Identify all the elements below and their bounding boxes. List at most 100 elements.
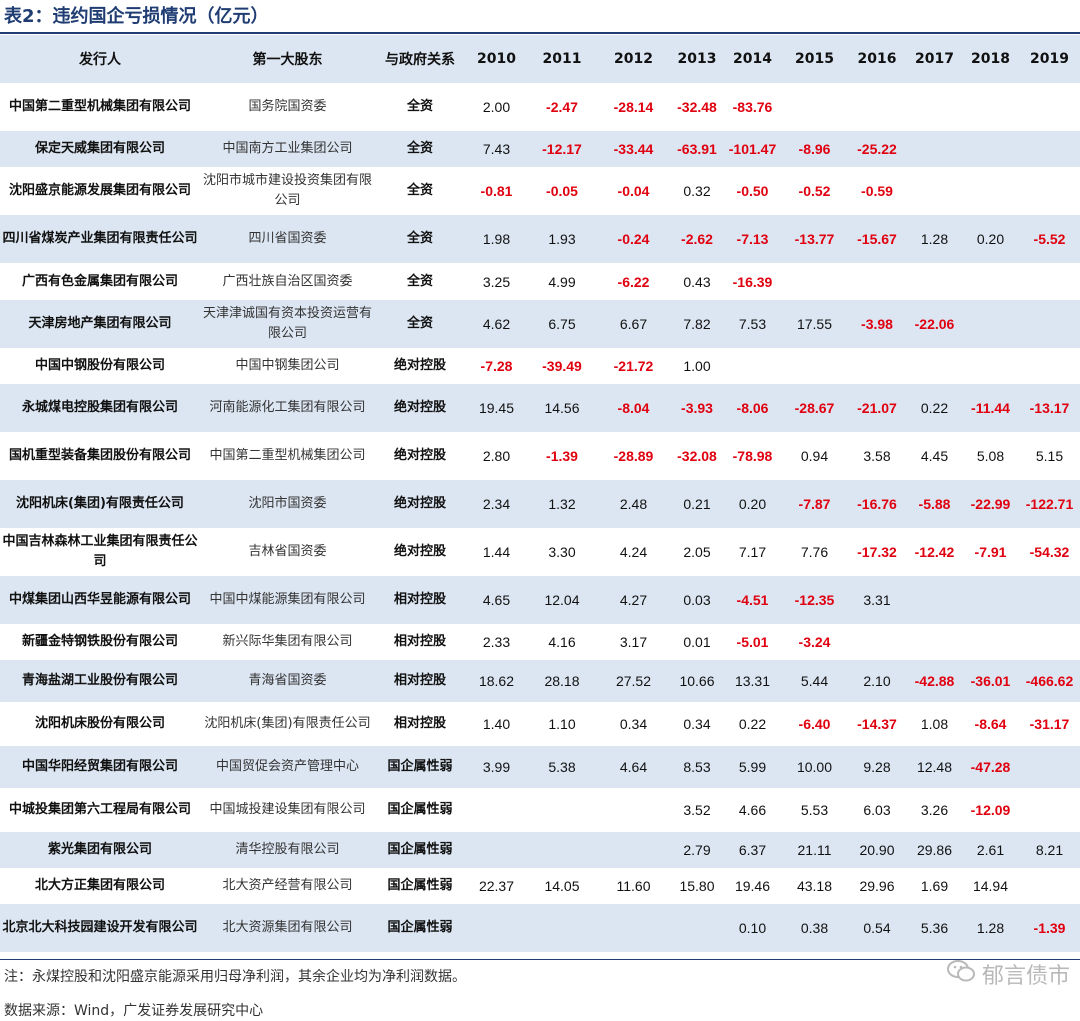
value-cell [907,131,962,167]
value-cell: 0.43 [683,273,711,290]
value-cell: -6.40 [798,716,831,732]
value-cell: 6.03 [863,802,891,818]
value-cell: 0.34 [619,716,648,732]
value-cell: -6.22 [617,273,650,290]
value-cell [907,576,962,624]
column-header: 2013 [677,51,717,67]
issuer-cell: 中国吉林森林工业集团有限责任公司 [2,534,198,569]
issuer-cell: 青海盐湖工业股份有限公司 [21,673,178,688]
column-header: 与政府关系 [385,52,455,68]
value-cell [907,624,962,660]
shareholder-cell: 北大资产经营有限公司 [222,878,353,893]
column-header: 2011 [542,51,582,67]
value-cell: 20.90 [859,842,895,858]
value-cell [962,300,1019,348]
value-cell: -17.32 [857,544,897,560]
column-header: 2017 [915,51,954,67]
value-cell: -13.17 [1029,400,1070,416]
value-cell: -7.87 [798,496,831,512]
shareholder-cell: 广西壮族自治区国资委 [222,273,353,289]
shareholder-cell: 天津津诚国有资本投资运营有限公司 [202,306,372,341]
value-cell: -78.98 [732,448,773,464]
value-cell: 3.58 [863,448,891,464]
value-cell: -16.76 [857,496,897,512]
issuer-cell: 北京北大科技园建设开发有限公司 [2,920,198,935]
table-row: 青海盐湖工业股份有限公司 青海省国资委 相对控股 18.62 28.18 27.52 10.… [0,660,1080,702]
value-cell: -11.44 [971,400,1010,416]
value-cell: 10.66 [679,673,715,689]
value-cell: -3.98 [861,316,893,332]
value-cell [847,263,907,300]
title-rule [0,32,1080,34]
value-cell: 5.44 [800,673,829,689]
table-row: 国机重型装备集团股份有限公司 中国第二重型机械集团公司 绝对控股 2.80 -1.39 -… [0,432,1080,480]
value-cell [907,83,962,131]
table-row: 永城煤电控股集团有限公司 河南能源化工集团有限公司 绝对控股 19.45 14.56 -8… [0,384,1080,432]
value-cell [1019,624,1080,660]
value-cell: 18.62 [478,673,515,689]
relation-cell: 国企属性弱 [387,759,453,774]
value-cell: 7.82 [683,316,711,332]
value-cell: 6.37 [738,842,767,858]
value-cell: 1.00 [683,358,711,374]
value-cell [962,83,1019,131]
value-cell: 5.08 [976,448,1005,464]
table-row: 中国第二重型机械集团有限公司 国务院国资委 全资 2.00 -2.47 -28.14 -32… [0,83,1080,131]
value-cell: -7.91 [974,544,1007,560]
relation-cell: 全资 [406,231,433,246]
issuer-cell: 中国中钢股份有限公司 [34,358,165,373]
value-cell: 1.08 [920,716,949,732]
watermark-text: 郁言债市 [981,964,1070,989]
value-cell: 1.44 [482,544,511,560]
value-cell: -7.28 [480,358,513,374]
value-cell: -1.39 [546,448,578,464]
value-cell: -22.06 [914,316,955,332]
value-cell: -14.37 [857,716,897,732]
value-cell: -33.44 [613,141,654,157]
relation-cell: 相对控股 [393,716,446,731]
value-cell: 4.45 [920,448,949,464]
value-cell [847,624,907,660]
value-cell: -13.77 [794,231,835,247]
value-cell [723,348,782,384]
issuer-cell: 中城投集团第六工程局有限公司 [8,802,191,817]
value-cell [1019,868,1080,904]
value-cell: -101.47 [728,141,777,157]
value-cell: 3.30 [548,544,576,560]
value-cell: 4.24 [619,544,648,560]
value-cell: -28.67 [794,400,835,416]
value-cell [847,348,907,384]
value-cell: 2.80 [482,448,511,464]
value-cell [465,788,528,832]
value-cell: 14.94 [972,878,1009,894]
value-cell: 22.37 [478,878,515,894]
value-cell: -25.22 [857,141,897,157]
value-cell: -21.07 [857,400,897,416]
value-cell: 6.67 [619,316,648,332]
value-cell: 43.18 [796,878,833,894]
value-cell [1019,788,1080,832]
value-cell [782,263,847,300]
value-cell: 29.86 [916,842,953,858]
value-cell: 29.96 [859,878,895,894]
issuer-cell: 北大方正集团有限公司 [34,878,165,893]
value-cell [847,83,907,131]
value-cell: -83.76 [732,99,773,115]
table-note: 注：永煤控股和沈阳盛京能源采用归母净利润，其余企业均为净利润数据。 [4,969,466,985]
value-cell: 0.32 [683,183,711,199]
value-cell: -0.81 [480,183,513,199]
value-cell: -12.09 [970,802,1011,818]
shareholder-cell: 中国城投建设集团有限公司 [209,802,366,817]
relation-cell: 相对控股 [393,673,446,688]
value-cell: -466.62 [1025,673,1074,689]
column-header: 2016 [857,51,897,67]
value-cell: -3.93 [681,400,713,416]
relation-cell: 全资 [406,316,433,331]
value-cell [782,348,847,384]
value-cell [962,348,1019,384]
value-cell [465,904,528,952]
value-cell: -0.50 [736,183,769,199]
value-cell: -47.28 [970,759,1011,775]
shareholder-cell: 新兴际华集团有限公司 [222,634,353,649]
value-cell: 8.53 [683,759,711,775]
